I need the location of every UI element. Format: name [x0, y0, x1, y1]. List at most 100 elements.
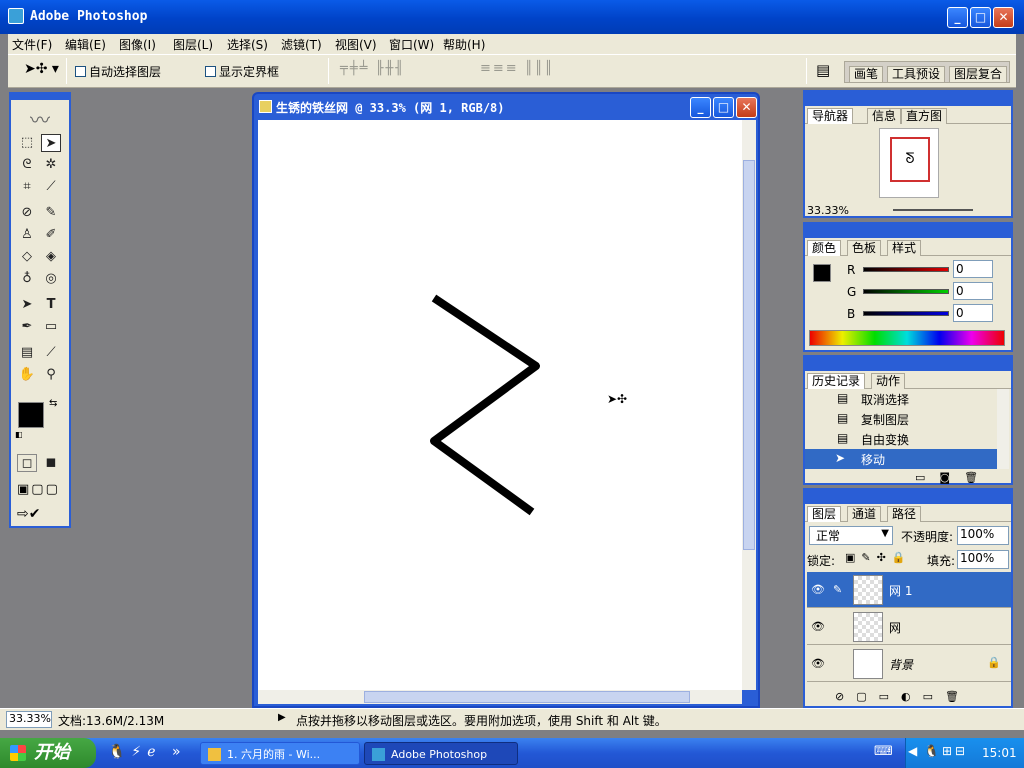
- path-select-icon[interactable]: ➤: [17, 296, 37, 314]
- opacity-field[interactable]: 100%: [957, 526, 1009, 545]
- file-browser-icon[interactable]: ▤: [816, 61, 830, 79]
- start-button[interactable]: 开始: [0, 738, 96, 768]
- minimize-button[interactable]: _: [947, 7, 968, 28]
- auto-select-layer-option[interactable]: 自动选择图层: [75, 63, 161, 80]
- auto-select-checkbox[interactable]: [75, 66, 86, 77]
- navigator-thumbnail[interactable]: ᘕ: [879, 128, 939, 198]
- menu-filter[interactable]: 滤镜(T): [281, 36, 322, 53]
- history-footer-icons[interactable]: ▭◙🗑: [915, 471, 992, 484]
- palette-tab-tool-presets[interactable]: 工具预设: [887, 66, 946, 82]
- task-button-photoshop[interactable]: Adobe Photoshop: [364, 742, 518, 765]
- dodge-tool-icon[interactable]: ◎: [41, 270, 61, 288]
- eye-icon[interactable]: 👁: [811, 657, 825, 671]
- view-box[interactable]: ᘕ: [890, 137, 930, 182]
- play-arrow-icon[interactable]: ▶: [278, 712, 286, 723]
- eyedropper-icon[interactable]: ⟋: [41, 344, 61, 362]
- menu-layer[interactable]: 图层(L): [173, 36, 213, 53]
- tab-info[interactable]: 信息: [867, 108, 902, 124]
- marquee-tool-icon[interactable]: ⬚: [17, 134, 37, 152]
- quick-launch-icons[interactable]: 🐧⚡ℯ »: [108, 744, 187, 760]
- menu-help[interactable]: 帮助(H): [443, 36, 485, 53]
- swap-colors-icon[interactable]: ⇆: [49, 398, 57, 409]
- canvas[interactable]: ➤✣: [258, 120, 742, 690]
- horizontal-scrollbar[interactable]: [258, 690, 742, 704]
- tab-navigator[interactable]: 导航器: [807, 108, 854, 124]
- lock-icons[interactable]: ▣✎✣🔒: [845, 551, 912, 564]
- keyboard-icon[interactable]: ⌨: [874, 744, 893, 759]
- history-item[interactable]: ▤ 取消选择: [805, 389, 1011, 409]
- move-tool-icon[interactable]: ➤: [41, 134, 61, 152]
- type-tool-icon[interactable]: T: [41, 296, 61, 314]
- screen-mode-icons[interactable]: ▣▢▢: [17, 482, 60, 497]
- doc-maximize-button[interactable]: □: [713, 97, 734, 118]
- hand-tool-icon[interactable]: ✋: [17, 366, 37, 384]
- foreground-color-swatch[interactable]: [18, 402, 44, 428]
- standard-mode-icon[interactable]: ◻: [17, 454, 37, 472]
- blue-value[interactable]: 0: [953, 304, 993, 322]
- menu-file[interactable]: 文件(F): [12, 36, 52, 53]
- pen-tool-icon[interactable]: ✒: [17, 318, 37, 336]
- default-colors-icon[interactable]: ◧: [15, 430, 23, 439]
- palette-tab-layer-comps[interactable]: 图层复合: [949, 66, 1008, 82]
- healing-brush-icon[interactable]: ⊘: [17, 204, 37, 222]
- menu-image[interactable]: 图像(I): [119, 36, 156, 53]
- red-slider[interactable]: [863, 267, 949, 272]
- menu-select[interactable]: 选择(S): [227, 36, 268, 53]
- crop-tool-icon[interactable]: ⌗: [17, 178, 37, 196]
- zoom-tool-icon[interactable]: ⚲: [41, 366, 61, 384]
- tab-paths[interactable]: 路径: [887, 506, 922, 522]
- slice-tool-icon[interactable]: ⟋: [41, 178, 61, 196]
- bounding-box-checkbox[interactable]: [205, 66, 216, 77]
- layer-row[interactable]: 👁 网: [807, 609, 1011, 645]
- eraser-tool-icon[interactable]: ◇: [17, 248, 37, 266]
- tab-histogram[interactable]: 直方图: [901, 108, 948, 124]
- tab-swatches[interactable]: 色板: [847, 240, 882, 256]
- vertical-scroll-thumb[interactable]: [743, 160, 755, 550]
- menu-edit[interactable]: 编辑(E): [65, 36, 106, 53]
- green-slider[interactable]: [863, 289, 949, 294]
- color-ramp[interactable]: [809, 330, 1005, 346]
- maximize-button[interactable]: □: [970, 7, 991, 28]
- align-icons[interactable]: ╤╪╧ ╟╫╢: [340, 61, 405, 76]
- notes-tool-icon[interactable]: ▤: [17, 344, 37, 362]
- tab-channels[interactable]: 通道: [847, 506, 882, 522]
- red-value[interactable]: 0: [953, 260, 993, 278]
- tab-history[interactable]: 历史记录: [807, 373, 866, 389]
- tab-color[interactable]: 颜色: [807, 240, 842, 256]
- move-tool-icon[interactable]: ➤✣ ▾: [24, 61, 59, 77]
- blend-mode-select[interactable]: 正常 ▼: [809, 526, 893, 545]
- layers-footer-icons[interactable]: ⊘▢▭◐▭🗑: [835, 690, 971, 703]
- history-scrollbar[interactable]: [997, 389, 1009, 469]
- task-button-browser[interactable]: 1. 六月的雨 - Wi...: [200, 742, 360, 765]
- tab-actions[interactable]: 动作: [871, 373, 906, 389]
- tab-styles[interactable]: 样式: [887, 240, 922, 256]
- show-bounding-box-option[interactable]: 显示定界框: [205, 63, 279, 80]
- jump-to-imageready-icon[interactable]: ⇨✔: [17, 506, 40, 522]
- blue-slider[interactable]: [863, 311, 949, 316]
- tray-icons[interactable]: 🐧⊞⊟: [924, 744, 968, 758]
- vertical-scrollbar[interactable]: [742, 120, 756, 690]
- menu-window[interactable]: 窗口(W): [389, 36, 434, 53]
- tab-layers[interactable]: 图层: [807, 506, 842, 522]
- brush-link-icon[interactable]: ✎: [833, 583, 842, 596]
- layer-row[interactable]: 👁 背景 🔒: [807, 646, 1011, 682]
- doc-close-button[interactable]: ✕: [736, 97, 757, 118]
- quick-mask-icon[interactable]: ◼: [41, 454, 61, 472]
- tray-expand-icon[interactable]: ◀: [908, 744, 917, 758]
- feather-icon[interactable]: 〰: [17, 104, 63, 132]
- green-value[interactable]: 0: [953, 282, 993, 300]
- paint-bucket-icon[interactable]: ◈: [41, 248, 61, 266]
- distribute-icons[interactable]: ≡≡≡ ║║║: [480, 61, 554, 76]
- clone-stamp-icon[interactable]: ♙: [17, 226, 37, 244]
- blur-tool-icon[interactable]: ♁: [17, 270, 37, 288]
- layer-row-active[interactable]: 👁 ✎ 网 1: [807, 572, 1011, 608]
- fill-field[interactable]: 100%: [957, 550, 1009, 569]
- close-button[interactable]: ✕: [993, 7, 1014, 28]
- horizontal-scroll-thumb[interactable]: [364, 691, 690, 703]
- history-item[interactable]: ▤ 自由变换: [805, 429, 1011, 449]
- history-brush-icon[interactable]: ✐: [41, 226, 61, 244]
- menu-view[interactable]: 视图(V): [335, 36, 377, 53]
- magic-wand-icon[interactable]: ✲: [41, 156, 61, 174]
- palette-tab-brushes[interactable]: 画笔: [849, 66, 884, 82]
- eye-icon[interactable]: 👁: [811, 620, 825, 634]
